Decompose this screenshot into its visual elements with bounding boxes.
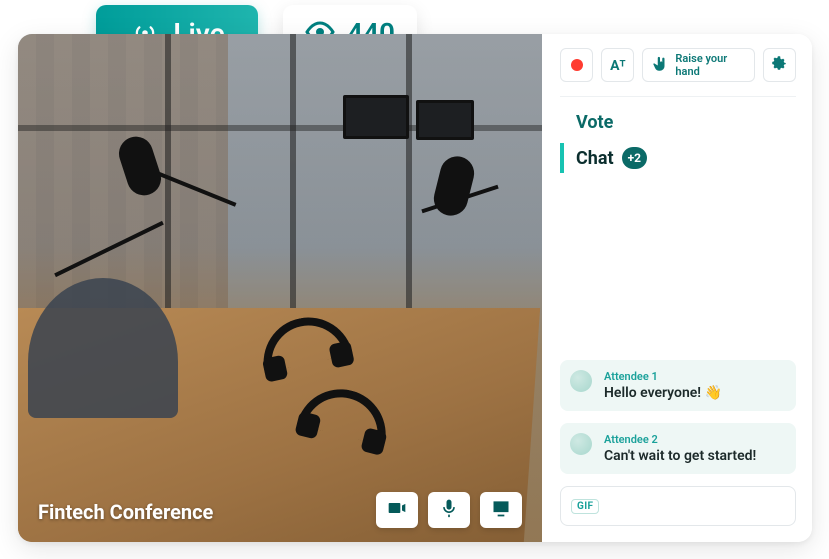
screen-share-button[interactable]	[480, 492, 522, 528]
chat-composer: GIF	[560, 486, 796, 526]
hand-icon	[651, 55, 669, 76]
raise-hand-button[interactable]: Raise your hand	[642, 48, 754, 82]
avatar	[570, 370, 592, 392]
microphone-icon	[439, 498, 459, 522]
camera-icon	[387, 498, 407, 522]
tab-vote-label: Vote	[576, 112, 613, 133]
gif-button[interactable]: GIF	[571, 499, 599, 514]
stream-card: Fintech Conference	[18, 34, 812, 542]
gear-icon	[770, 54, 788, 76]
translate-button[interactable]: Aᵀ	[601, 48, 634, 82]
chat-message: Attendee 2 Can't wait to get started!	[560, 423, 796, 474]
chat-unread-badge: +2	[622, 147, 647, 169]
record-button[interactable]	[560, 48, 593, 82]
sidebar-tabs: Vote Chat +2	[560, 107, 796, 173]
translate-icon: Aᵀ	[610, 57, 625, 74]
sidebar: Aᵀ Raise your hand Vote	[542, 34, 812, 542]
video-scene	[18, 34, 542, 542]
chat-text: Can't wait to get started!	[604, 448, 784, 464]
chat-message: Attendee 1 Hello everyone! 👋	[560, 360, 796, 411]
tab-chat[interactable]: Chat +2	[560, 143, 796, 173]
stream-title: Fintech Conference	[38, 500, 213, 524]
tab-chat-label: Chat	[576, 148, 614, 169]
divider	[560, 96, 796, 97]
chat-list[interactable]: Attendee 1 Hello everyone! 👋 Attendee 2 …	[560, 181, 796, 474]
camera-button[interactable]	[376, 492, 418, 528]
video-pane[interactable]: Fintech Conference	[18, 34, 542, 542]
chat-text: Hello everyone! 👋	[604, 385, 784, 401]
raise-hand-label: Raise your hand	[675, 52, 745, 78]
top-actions: Aᵀ Raise your hand	[560, 48, 796, 82]
record-icon	[571, 59, 583, 71]
chat-sender: Attendee 2	[604, 433, 784, 446]
microphone-button[interactable]	[428, 492, 470, 528]
chat-sender: Attendee 1	[604, 370, 784, 383]
video-controls	[376, 492, 522, 528]
screen-icon	[491, 498, 511, 522]
chat-input[interactable]	[607, 499, 785, 514]
tab-vote[interactable]: Vote	[560, 107, 796, 137]
settings-button[interactable]	[763, 48, 796, 82]
avatar	[570, 433, 592, 455]
